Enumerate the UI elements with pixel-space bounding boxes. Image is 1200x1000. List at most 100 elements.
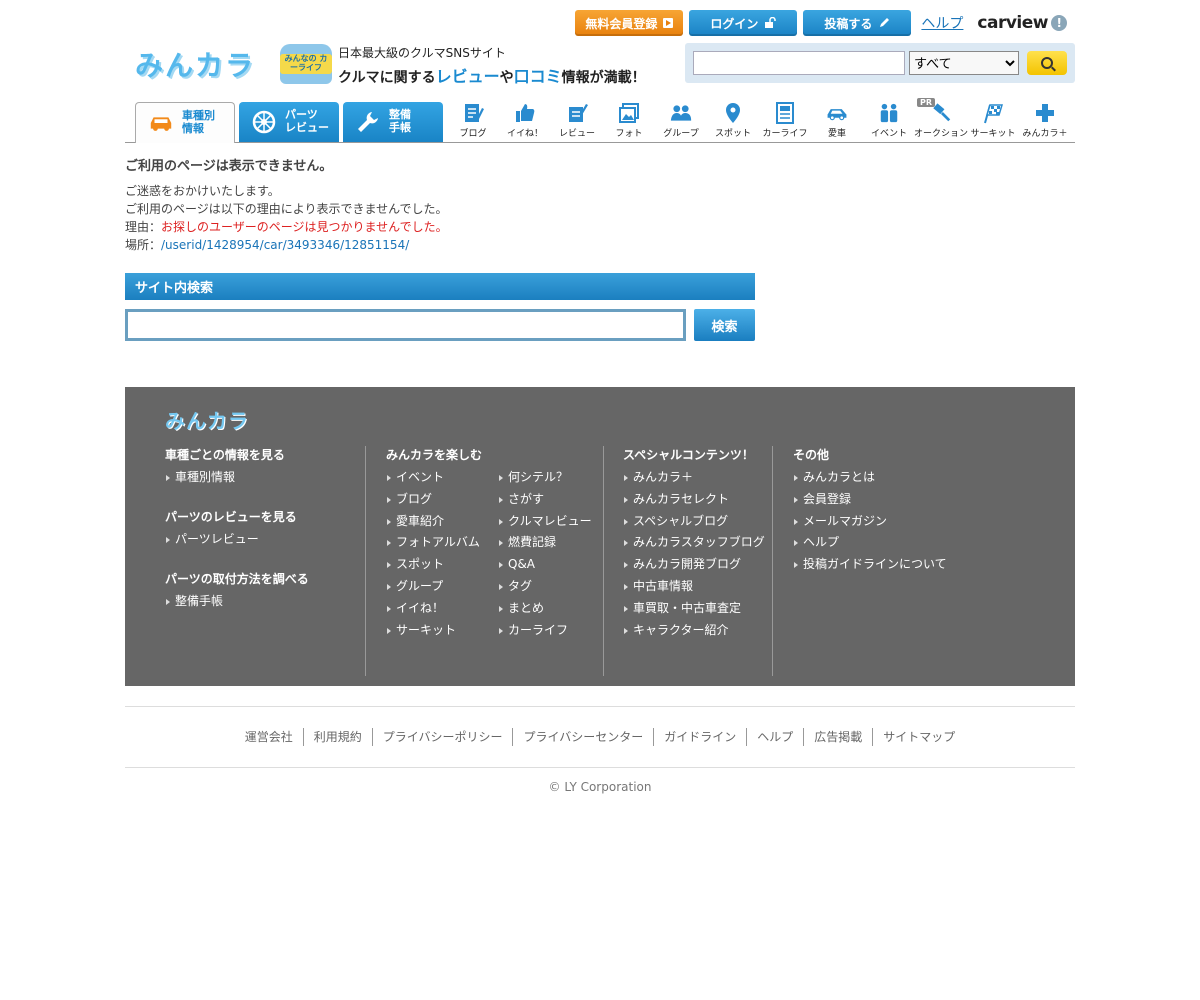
footer-link[interactable]: グループ [386,576,486,598]
footer-link[interactable]: みんカラセレクト [623,489,765,511]
bottom-link[interactable]: プライバシーポリシー [371,728,513,746]
nav-photo[interactable]: フォト [603,102,655,142]
review-icon [566,102,588,124]
footer-link[interactable]: タグ [498,576,598,598]
bottom-link[interactable]: 広告掲載 [803,728,872,746]
site-search-input[interactable] [125,309,686,341]
footer-link[interactable]: ブログ [386,489,486,511]
nav-minkara-plus[interactable]: みんカラ＋ [1019,102,1071,142]
error-place: 場所：/userid/1428954/car/3493346/12851154/ [125,236,448,254]
tagline-post: 情報が満載！ [561,70,646,86]
footer-link[interactable]: Q&A [498,554,598,576]
bottom-link[interactable]: ヘルプ [746,728,803,746]
site-search-row: 検索 [125,309,755,341]
error-reason: 理由：お探しのユーザーのページは見つかりませんでした。 [125,218,448,236]
footer-link[interactable]: イイね！ [386,598,486,620]
carview-text: carview [977,13,1048,33]
footer-divider [772,446,773,676]
footer-logo[interactable]: みんカラ [165,405,249,434]
map-pin-icon [722,102,744,124]
bottom-link[interactable]: サイトマップ [872,728,965,746]
search-scope-select[interactable]: すべて [909,51,1019,75]
footer-link[interactable]: まとめ [498,598,598,620]
tab-maintenance[interactable]: 整備 手帳 [343,102,443,142]
footer-link[interactable]: イベント [386,467,486,489]
post-button[interactable]: 投稿する [803,10,912,36]
nav-spot[interactable]: スポット [707,102,759,142]
nav-blog[interactable]: ブログ [447,102,499,142]
tab-car-info-label: 車種別 情報 [182,109,215,135]
error-place-label: 場所： [125,238,162,252]
carview-logo[interactable]: carview ! [977,13,1067,33]
footer-link[interactable]: 整備手帳 [165,591,309,613]
bottom-links: 運営会社 利用規約 プライバシーポリシー プライバシーセンター ガイドライン ヘ… [125,728,1075,746]
error-line1: ご迷惑をおかけいたします。 [125,184,280,198]
minkara-logo[interactable]: みんカラ [135,44,271,84]
nav-carlife[interactable]: カーライフ [759,102,811,142]
footer-link[interactable]: 中古車情報 [623,576,765,598]
tagline: 日本最大級のクルマSNSサイト クルマに関するレビューや口コミ情報が満載！ [338,44,646,87]
nav-review[interactable]: レビュー [551,102,603,142]
footer-link[interactable]: 投稿ガイドラインについて [793,554,947,576]
nav-icon-list: ブログ イイね！ レビュー フォト グループ スポット カーライフ 愛車 イベン… [447,98,1071,142]
nav-group-label: グループ [663,129,699,139]
notebook-icon [774,102,796,124]
thumbs-up-icon [514,102,536,124]
footer-link[interactable]: 車種別情報 [165,467,309,489]
pen-icon [880,18,890,27]
nav-mycar[interactable]: 愛車 [811,102,863,142]
footer-group-title: パーツのレビューを見る [165,509,297,524]
footer-link[interactable]: みんカラ開発ブログ [623,554,765,576]
nav-group[interactable]: グループ [655,102,707,142]
footer-link[interactable]: クルマレビュー [498,511,598,533]
nav-auction[interactable]: PR オークション [914,98,968,142]
login-button[interactable]: ログイン [689,10,798,36]
register-button[interactable]: 無料会員登録 [575,10,684,36]
footer-enjoy-lists: イベント ブログ 愛車紹介 フォトアルバム スポット グループ イイね！ サーキ… [386,467,598,641]
tab-car-info[interactable]: 車種別 情報 [135,102,235,143]
bottom-link[interactable]: 利用規約 [302,728,372,746]
tagline-review: レビュー [435,67,500,86]
tab-parts-review[interactable]: パーツ レビュー [239,102,339,142]
footer-link[interactable]: 愛車紹介 [386,511,486,533]
footer-link[interactable]: カーライフ [498,620,598,642]
nav-spot-label: スポット [714,129,751,139]
header-search-button[interactable] [1027,51,1067,75]
footer-link[interactable]: 車買取・中古車査定 [623,598,765,620]
footer-link[interactable]: メールマガジン [793,511,947,533]
help-link[interactable]: ヘルプ [921,13,963,33]
footer-link[interactable]: ヘルプ [793,532,947,554]
footer-link[interactable]: みんカラスタッフブログ [623,532,765,554]
footer-link[interactable]: 会員登録 [793,489,947,511]
footer-link[interactable]: キャラクター紹介 [623,620,765,642]
footer-link[interactable]: パーツレビュー [165,529,309,551]
bottom-link[interactable]: 運営会社 [235,728,303,746]
error-place-link[interactable]: /userid/1428954/car/3493346/12851154/ [161,238,409,252]
bottom-link[interactable]: ガイドライン [653,728,746,746]
nav-event-label: イベント [870,129,907,139]
site-search-button[interactable]: 検索 [694,309,755,341]
footer-link[interactable]: 何シテル？ [498,467,598,489]
carlife-badge[interactable]: みんなの カーライフ [280,44,332,84]
nav-event[interactable]: イベント [863,102,915,142]
wrench-icon [355,111,381,133]
header-search-input[interactable] [693,51,905,75]
footer-link[interactable]: スポット [386,554,486,576]
footer-link[interactable]: フォトアルバム [386,532,486,554]
footer-divider [603,446,604,676]
tagline-line2: クルマに関するレビューや口コミ情報が満載！ [338,63,646,87]
footer-col-enjoy: みんカラを楽しむ イベント ブログ 愛車紹介 フォトアルバム スポット グループ… [386,446,598,641]
footer-link[interactable]: みんカラ＋ [623,467,765,489]
footer-link[interactable]: みんカラとは [793,467,947,489]
login-label: ログイン [710,16,759,31]
bottom-link[interactable]: プライバシーセンター [512,728,653,746]
footer-link[interactable]: 燃費記録 [498,532,598,554]
nav-iine[interactable]: イイね！ [499,102,551,142]
footer-group-title: パーツの取付方法を調べる [165,571,309,586]
footer-col-other: その他 みんカラとは 会員登録 メールマガジン ヘルプ 投稿ガイドラインについて [793,446,947,576]
footer-link[interactable]: スペシャルブログ [623,511,765,533]
footer-col-title: みんカラを楽しむ [386,448,483,462]
footer-link[interactable]: さがす [498,489,598,511]
nav-circuit[interactable]: サーキット [967,102,1019,142]
footer-link[interactable]: サーキット [386,620,486,642]
